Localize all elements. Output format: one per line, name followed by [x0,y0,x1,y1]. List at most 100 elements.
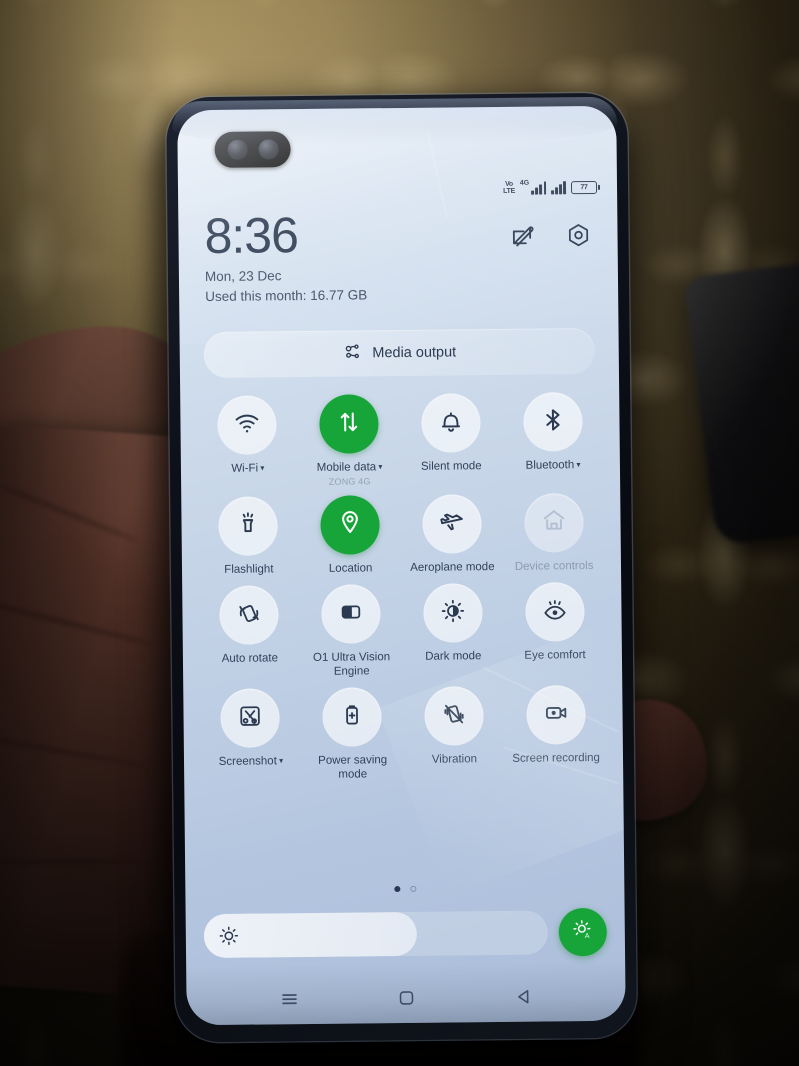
qs-tile-screenshot[interactable]: Screenshot ▾ [199,688,302,783]
qs-tile-label: O1 Ultra Vision Engine [312,651,391,678]
vision-engine-icon [337,598,364,630]
qs-tile-label: Auto rotate [221,652,279,665]
signal-bars-sim2-icon [551,180,567,194]
airplane-icon [438,507,465,539]
qs-tile-label: Flashlight [224,562,274,576]
battery-icon: 77 [570,180,598,194]
qs-tile-dark-mode[interactable]: Dark mode [402,583,505,678]
qs-tile-label: Bluetooth ▾ [525,459,581,472]
vibration-off-icon [440,700,467,732]
qs-tile-aeroplane-mode[interactable]: Aeroplane mode [401,493,504,575]
battery-saver-icon [339,701,366,733]
settings-hexagon-icon[interactable] [565,222,591,248]
edit-pencil-square-icon[interactable] [509,223,535,249]
qs-tile-power-saving-mode[interactable]: Power saving mode [301,687,404,782]
qs-tile-icon-wrap [422,493,482,554]
qs-tile-label: Vibration [431,753,478,766]
auto-brightness-icon: A [571,917,595,946]
page-dot-inactive[interactable] [409,885,416,892]
brightness-row: A [203,907,608,960]
home-house-icon [540,506,567,538]
brightness-slider[interactable] [203,910,549,959]
qs-tile-icon-wrap [219,585,280,645]
bluetooth-icon [539,406,566,438]
screen-record-camera-icon [542,699,569,731]
signal-bars-sim1-icon [531,180,547,195]
wifi-icon [234,409,261,441]
qs-tile-label: Silent mode [420,460,482,473]
qs-tile-label: Power saving mode [318,754,388,781]
front-camera-cutout [214,131,291,168]
qs-header: 8:36 Mon, 23 Dec Used this month: 16.77 … [178,206,618,305]
back-triangle-icon[interactable] [512,986,534,1008]
qs-tile-label: Device controls [514,559,594,573]
qs-tile-label: Wi-Fi ▾ [231,462,265,475]
cast-media-icon [342,341,362,366]
chevron-down-icon[interactable]: ▾ [376,462,382,471]
qs-tile-flashlight[interactable]: Flashlight [197,495,300,578]
eye-comfort-icon [541,596,568,628]
qs-tile-label: Dark mode [425,650,482,663]
qs-tile-label: Mobile data ▾ [316,461,383,474]
clock-time: 8:36 [204,207,299,265]
auto-rotate-icon [236,599,263,631]
screen-scratch [426,130,448,219]
qs-tile-screen-recording[interactable]: Screen recording [504,685,607,780]
location-pin-icon [337,508,364,540]
media-output-button[interactable]: Media output [203,327,595,379]
data-usage-label: Used this month: 16.77 GB [205,287,368,305]
qs-tile-icon-wrap [320,494,380,555]
dark-mode-icon [439,597,466,629]
qs-tile-icon-wrap [218,495,279,556]
qs-tile-icon-wrap [421,393,481,453]
chevron-down-icon[interactable]: ▾ [574,460,580,469]
page-indicator [185,884,624,895]
bell-icon [437,407,464,439]
qs-tile-eye-comfort[interactable]: Eye comfort [503,582,606,677]
photo-scene: Vo LTE 4G 77 8:36 Mon, 23 Dec Used this … [0,0,799,1066]
camera-lens-right [258,139,279,160]
qs-tile-location[interactable]: Location [299,494,402,577]
page-dot-active[interactable] [393,886,400,893]
phone-screen: Vo LTE 4G 77 8:36 Mon, 23 Dec Used this … [177,105,626,1026]
svg-text:A: A [585,932,590,939]
camera-lens-left [227,139,248,160]
qs-tile-icon-wrap [522,392,583,452]
recent-apps-icon[interactable] [278,988,300,1010]
qs-tile-sublabel: ZONG 4G [328,475,371,487]
battery-percent-label: 77 [580,183,588,191]
qs-tile-icon-wrap [321,584,381,644]
qs-tile-icon-wrap [319,394,379,454]
qs-tile-device-controls[interactable]: Device controls [502,492,605,574]
qs-tile-label: Aeroplane mode [410,560,495,574]
quick-settings-grid: Wi-Fi ▾ Mobile data ▾ ZONG 4G Silent mode Bl… [196,392,607,783]
volte-icon: Vo LTE [503,180,516,195]
auto-brightness-button[interactable]: A [558,907,608,957]
qs-tile-icon-wrap [322,687,382,747]
qs-tile-bluetooth[interactable]: Bluetooth ▾ [501,392,604,485]
qs-tile-icon-wrap [524,582,585,642]
qs-tile-icon-wrap [424,686,484,746]
qs-tile-label: Location [328,561,373,575]
screenshot-scissors-icon [237,702,264,734]
home-square-icon[interactable] [395,987,417,1009]
qs-tile-label: Eye comfort [524,649,586,662]
qs-tile-wi-fi[interactable]: Wi-Fi ▾ [196,395,299,488]
chevron-down-icon[interactable]: ▾ [277,756,283,765]
qs-tile-vibration[interactable]: Vibration [403,686,506,781]
status-bar: Vo LTE 4G 77 [503,179,598,195]
qs-tile-auto-rotate[interactable]: Auto rotate [198,585,301,680]
date-label: Mon, 23 Dec [204,268,282,285]
mobile-data-arrows-icon [335,408,362,440]
navigation-bar [186,985,625,1012]
media-output-label: Media output [372,344,457,362]
brightness-sun-icon [218,925,240,947]
network-type-label: 4G [519,179,530,187]
phone-device: Vo LTE 4G 77 8:36 Mon, 23 Dec Used this … [166,92,637,1043]
qs-tile-silent-mode[interactable]: Silent mode [400,393,503,486]
qs-tile-icon-wrap [523,492,584,553]
chevron-down-icon[interactable]: ▾ [258,463,264,472]
qs-tile-icon-wrap [217,395,278,455]
qs-tile-mobile-data[interactable]: Mobile data ▾ ZONG 4G [298,394,401,487]
qs-tile-o1-ultra-vision-engine[interactable]: O1 Ultra Vision Engine [300,584,403,679]
